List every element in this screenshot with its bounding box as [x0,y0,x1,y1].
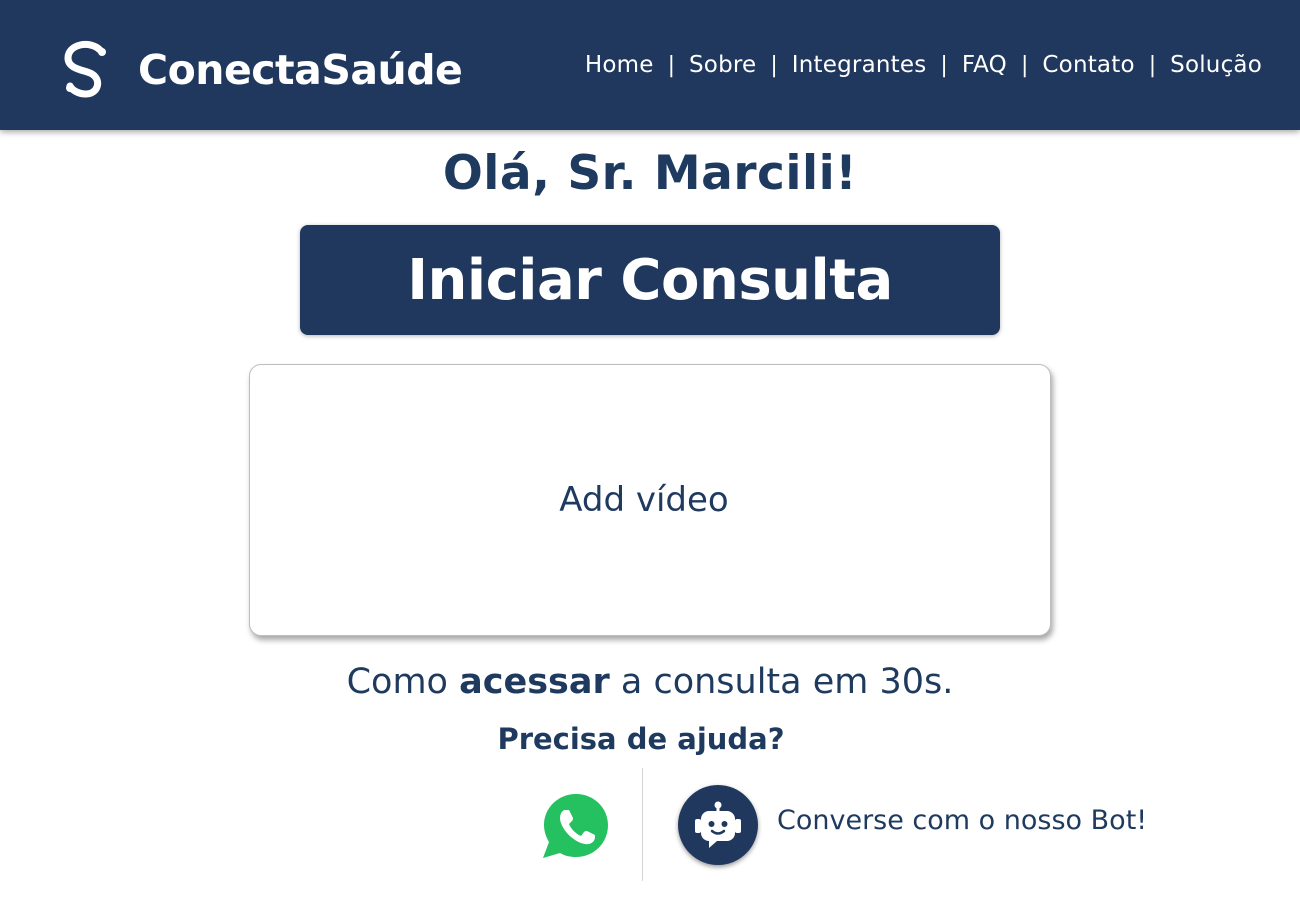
start-consultation-label: Iniciar Consulta [407,247,893,313]
chatbot-label[interactable]: Converse com o nosso Bot! [777,805,1147,836]
nav-integrantes[interactable]: Integrantes [792,52,927,78]
conectasaude-logo-icon [64,40,106,98]
whatsapp-button[interactable] [540,790,612,862]
nav-separator: | [667,52,675,78]
help-divider [642,768,643,881]
main-nav: Home | Sobre | Integrantes | FAQ | Conta… [585,52,1262,78]
howto-prefix: Como [346,662,460,702]
greeting-heading: Olá, Sr. Marcili! [442,146,858,201]
help-title: Precisa de ajuda? [497,722,785,756]
nav-separator: | [1148,52,1157,78]
site-header: ConectaSaúde Home | Sobre | Integrantes … [0,0,1300,130]
howto-bold: acessar [459,662,610,702]
nav-separator: | [940,52,948,78]
brand-name: ConectaSaúde [138,46,463,94]
video-placeholder-label: Add vídeo [559,480,729,520]
nav-separator: | [1020,52,1029,78]
start-consultation-button[interactable]: Iniciar Consulta [300,225,1000,335]
whatsapp-icon [543,794,608,858]
chatbot-button[interactable] [678,785,758,865]
howto-text: Como acessar a consulta em 30s. [0,662,1300,702]
nav-sobre[interactable]: Sobre [689,52,756,78]
nav-contato[interactable]: Contato [1042,52,1134,78]
nav-separator: | [770,52,778,78]
howto-suffix: a consulta em 30s. [609,662,954,702]
nav-solucao[interactable]: Solução [1170,52,1262,78]
nav-home[interactable]: Home [585,52,654,78]
video-placeholder[interactable]: Add vídeo [249,364,1051,636]
robot-icon [695,801,741,848]
nav-faq[interactable]: FAQ [962,52,1007,78]
brand-home-link[interactable]: ConectaSaúde [60,38,463,104]
